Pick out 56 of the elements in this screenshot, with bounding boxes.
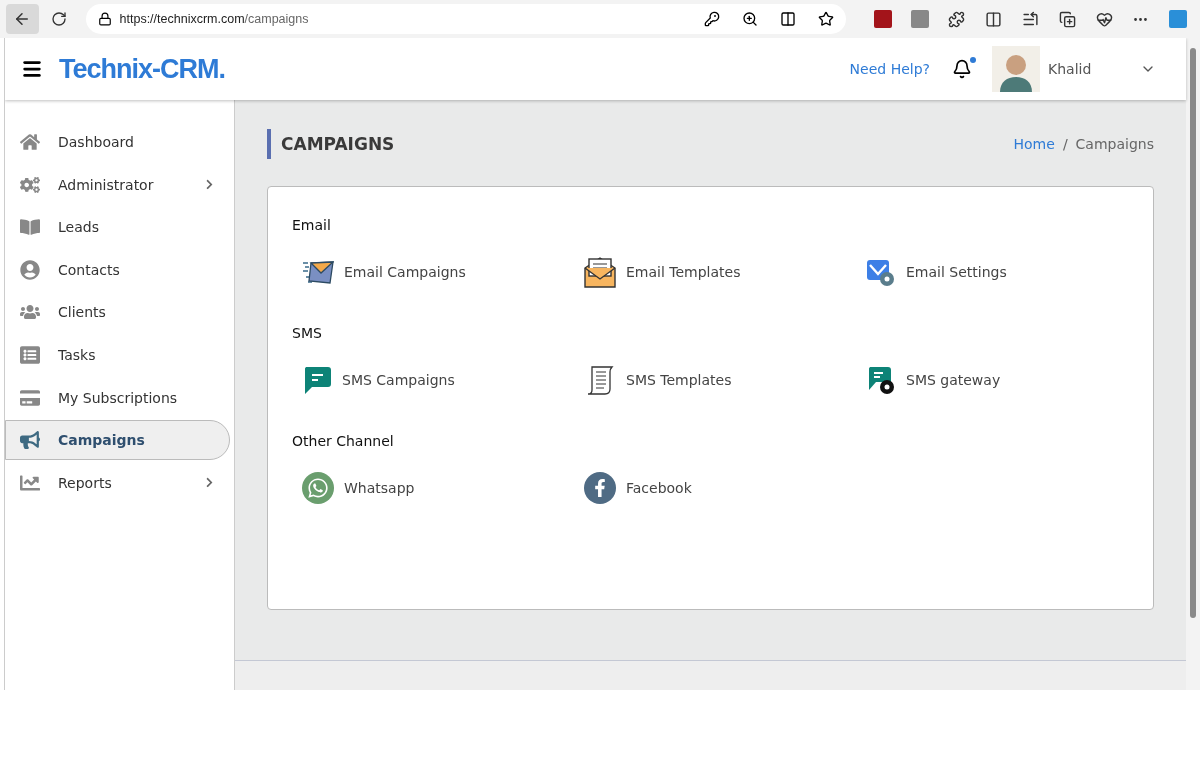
channel-link[interactable]: SMS Campaigns xyxy=(302,363,584,397)
book-icon xyxy=(20,217,40,238)
sidebar-item[interactable]: Contacts xyxy=(5,249,230,290)
url-text: https://technixcrm.com/campaigns xyxy=(119,12,310,26)
sidebar-item[interactable]: My Subscriptions xyxy=(5,377,230,418)
zoom-icon[interactable] xyxy=(741,11,758,27)
user-icon xyxy=(20,259,40,280)
sidebar-item[interactable]: Clients xyxy=(5,292,230,333)
breadcrumb-link[interactable]: Home xyxy=(1013,136,1055,152)
channel-link[interactable]: SMS gateway xyxy=(866,363,1148,397)
back-button[interactable] xyxy=(6,4,39,34)
sidebar-item[interactable]: Dashboard xyxy=(5,122,230,162)
chat-icon xyxy=(302,365,332,395)
avatar-icon[interactable] xyxy=(992,46,1040,92)
home-icon xyxy=(20,132,40,152)
channel-link[interactable]: Email Settings xyxy=(866,255,1148,289)
chat-settings-icon xyxy=(866,365,896,395)
sidebar-item[interactable]: Administrator xyxy=(5,164,230,205)
menu-icon[interactable] xyxy=(21,58,43,80)
channel-link[interactable]: Email Templates xyxy=(584,255,866,289)
channel-link[interactable]: SMS Templates xyxy=(584,363,866,397)
megaphone-icon xyxy=(20,430,40,451)
channel-link[interactable]: Email Campaigns xyxy=(302,255,584,289)
help-link[interactable]: Need Help? xyxy=(849,61,930,77)
brand-logo[interactable]: Technix-CRM. xyxy=(59,53,225,85)
sidebar-item[interactable]: Leads xyxy=(5,207,230,248)
breadcrumb-current: Campaigns xyxy=(1075,136,1154,152)
collections-icon[interactable] xyxy=(1058,10,1076,28)
facebook-icon xyxy=(584,472,616,504)
channel-link[interactable]: Facebook xyxy=(584,471,866,505)
envelope-icon xyxy=(584,256,616,288)
sidebar-item[interactable]: Tasks xyxy=(5,334,230,375)
user-name[interactable]: Khalid xyxy=(1048,61,1140,77)
section-title: Other Channel xyxy=(292,433,395,449)
page-title: CAMPAIGNS xyxy=(267,129,395,159)
puzzle-icon[interactable] xyxy=(948,10,966,28)
gears-icon xyxy=(20,174,40,195)
card-icon xyxy=(20,387,40,408)
address-bar[interactable]: https://technixcrm.com/campaigns xyxy=(85,4,846,34)
sidebar-item[interactable]: Campaigns xyxy=(5,420,230,461)
reload-icon[interactable] xyxy=(51,11,68,27)
favorite-icon[interactable] xyxy=(817,11,834,27)
section-title: SMS xyxy=(292,325,323,341)
favorites-icon[interactable] xyxy=(1021,10,1039,28)
breadcrumb-separator: / xyxy=(1062,136,1068,152)
key-icon[interactable] xyxy=(703,11,720,27)
email-settings-icon xyxy=(866,257,896,287)
whatsapp-icon xyxy=(302,472,334,504)
channel-link[interactable]: Whatsapp xyxy=(302,471,584,505)
section-title: Email xyxy=(292,217,332,233)
lock-icon xyxy=(97,12,112,26)
split-screen-icon[interactable] xyxy=(985,10,1003,28)
sidebar-item[interactable]: Reports xyxy=(5,462,230,503)
heart-icon[interactable] xyxy=(1095,10,1113,28)
scrollbar[interactable] xyxy=(1186,38,1200,690)
list-icon xyxy=(20,344,40,365)
